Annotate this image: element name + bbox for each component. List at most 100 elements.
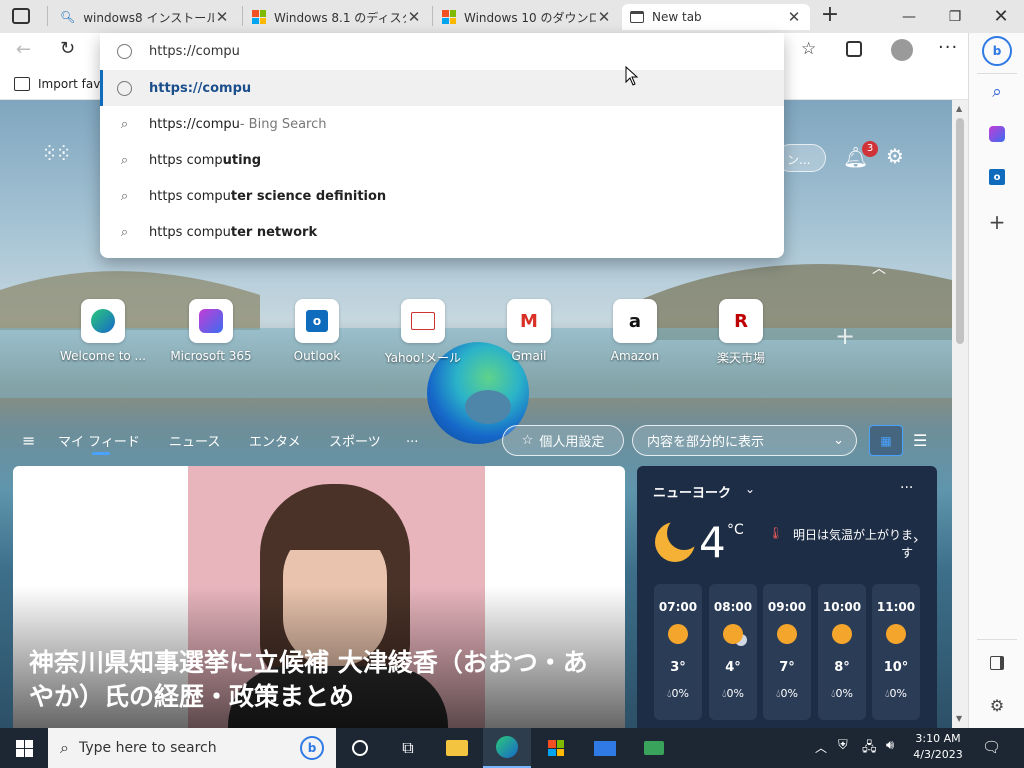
notification-center-icon[interactable]: 🗨︎ — [982, 738, 1001, 756]
suggestion-bing-search[interactable]: ⌕ https://compu - Bing Search — [100, 106, 784, 142]
edge-taskbar-icon[interactable] — [483, 728, 531, 768]
current-temperature: 4 — [699, 518, 726, 567]
feed-menu-icon[interactable]: ≡ — [22, 431, 35, 450]
add-sidebar-app-icon[interactable]: + — [969, 206, 1024, 238]
collapse-chevron-up-icon[interactable]: ︿ — [872, 258, 886, 278]
address-input[interactable]: https://compu — [149, 44, 240, 59]
microsoft-logo-icon — [442, 10, 456, 24]
tab-new-tab[interactable]: New tab ✕ — [622, 4, 810, 30]
mail-icon[interactable] — [581, 728, 629, 768]
quick-link-welcome[interactable]: Welcome to ... — [58, 299, 148, 363]
feed-tab-entertainment[interactable]: エンタメ — [249, 431, 301, 450]
taskbar-search-box[interactable]: ⌕ Type here to search b — [48, 728, 336, 768]
suggestion-text: https comp — [149, 152, 223, 168]
feed-more-button[interactable]: ... — [406, 431, 418, 446]
address-bar[interactable]: https://compu — [100, 33, 784, 69]
news-headline[interactable]: 神奈川県知事選挙に立候補 大津綾香（おおつ・あやか）氏の経歴・政策まとめ — [29, 646, 609, 714]
weather-location[interactable]: ニューヨーク — [653, 482, 731, 501]
refresh-icon[interactable]: ↻ — [60, 38, 75, 59]
personalize-button[interactable]: ☆ 個人用設定 — [502, 425, 624, 456]
bing-chat-icon[interactable]: b — [969, 35, 1024, 67]
profile-avatar-icon[interactable] — [891, 39, 913, 61]
grid-layout-icon[interactable]: ▦ — [869, 425, 903, 456]
tab-search[interactable]: 🔍︎ windows8 インストールメデ ✕ — [52, 4, 238, 30]
close-tab-icon[interactable]: ✕ — [786, 8, 802, 26]
sidebar-settings-icon[interactable]: ⚙ — [969, 689, 1024, 721]
sun-icon — [777, 624, 797, 644]
show-hidden-icons-chevron[interactable]: ︿ — [815, 739, 827, 756]
search-icon: ⌕ — [120, 152, 129, 168]
quick-link-gmail[interactable]: M Gmail — [484, 299, 574, 363]
scrollbar-thumb[interactable] — [956, 118, 964, 344]
clock-date: 4/3/2023 — [913, 748, 963, 761]
suggestion-computing[interactable]: ⌕ https comp uting — [100, 142, 784, 178]
tab-title: New tab — [652, 10, 702, 24]
minimize-icon[interactable]: — — [886, 0, 932, 33]
new-tab-plus-icon[interactable]: + — [818, 2, 842, 30]
restore-icon[interactable]: ❐ — [932, 0, 978, 33]
suggestion-computer-science[interactable]: ⌕ https compu ter science definition — [100, 178, 784, 214]
hour-temp: 3° — [670, 660, 686, 675]
hour-time: 10:00 — [822, 600, 862, 614]
collections-icon[interactable] — [846, 41, 862, 57]
network-icon[interactable]: 🖧︎ — [862, 738, 877, 760]
search-icon: ⌕ — [120, 224, 129, 240]
file-explorer-icon[interactable] — [433, 728, 481, 768]
feed-tab-news[interactable]: ニュース — [169, 431, 220, 450]
search-icon[interactable]: ⌕ — [969, 76, 1024, 108]
quick-link-rakuten[interactable]: R 楽天市場 — [696, 299, 786, 366]
start-button[interactable] — [0, 728, 48, 768]
defender-icon[interactable]: ⛨ — [838, 738, 848, 753]
more-options-icon[interactable]: ··· — [938, 37, 958, 58]
hour-time: 09:00 — [767, 600, 807, 614]
feed-tab-my-feed[interactable]: マイ フィード — [58, 431, 140, 450]
hour-time: 11:00 — [876, 600, 916, 614]
favorites-icon[interactable]: ☆ — [801, 39, 816, 59]
hide-sidebar-icon[interactable] — [969, 647, 1024, 679]
content-display-label: 内容を部分的に表示 — [647, 435, 765, 450]
sun-icon — [832, 624, 852, 644]
clock[interactable]: 3:10 AM 4/3/2023 — [908, 731, 968, 763]
tab-actions-icon[interactable] — [12, 8, 30, 24]
microsoft-store-icon[interactable] — [532, 728, 580, 768]
back-icon[interactable]: ← — [16, 39, 31, 60]
quick-link-outlook[interactable]: o Outlook — [272, 299, 362, 363]
weather-more-icon[interactable]: ··· — [900, 480, 913, 496]
globe-icon — [100, 80, 149, 96]
suggestion-computer-network[interactable]: ⌕ https compu ter network — [100, 214, 784, 250]
task-view-icon[interactable]: ⧉ — [384, 728, 432, 768]
outlook-icon[interactable]: o — [969, 161, 1024, 193]
tab-windows81[interactable]: Windows 8.1 のディスク イ ✕ — [244, 4, 430, 30]
news-card[interactable]: 神奈川県知事選挙に立候補 大津綾香（おおつ・あやか）氏の経歴・政策まとめ — [13, 466, 625, 728]
outlook-icon: o — [295, 299, 339, 343]
chevron-right-icon[interactable]: › — [913, 532, 919, 548]
list-layout-icon[interactable]: ☰ — [913, 431, 927, 450]
add-quick-link-icon[interactable]: + — [835, 322, 855, 350]
quick-link-amazon[interactable]: a Amazon — [590, 299, 680, 363]
close-tab-icon[interactable]: ✕ — [214, 8, 230, 26]
close-tab-icon[interactable]: ✕ — [406, 8, 422, 26]
hour-temp: 8° — [834, 660, 850, 675]
page-scrollbar[interactable]: ▲ ▼ — [952, 100, 968, 728]
cortana-icon[interactable] — [336, 728, 384, 768]
feed-tab-sports[interactable]: スポーツ — [329, 431, 381, 450]
import-favorites-link[interactable]: Import favo — [38, 77, 108, 91]
suggestion-url[interactable]: https://compu — [100, 70, 784, 106]
hour-temp: 7° — [779, 660, 795, 675]
apps-launcher-icon[interactable]: ⁘⁘ ⁘⁘ — [42, 142, 71, 166]
volume-icon[interactable]: 🔊︎ — [886, 738, 894, 753]
quick-link-label: Amazon — [610, 349, 660, 363]
close-window-icon[interactable]: ✕ — [978, 0, 1024, 33]
chevron-down-icon[interactable]: ⌄ — [745, 482, 755, 496]
tab-windows10[interactable]: Windows 10 のダウンロー ✕ — [434, 4, 620, 30]
microsoft365-icon[interactable] — [969, 118, 1024, 150]
content-display-dropdown[interactable]: 内容を部分的に表示 ⌄ — [632, 425, 857, 456]
quick-link-microsoft365[interactable]: Microsoft 365 — [166, 299, 256, 363]
page-settings-icon[interactable]: ⚙ — [886, 144, 904, 168]
yahoo-mail-icon — [401, 299, 445, 343]
quick-link-yahoo-mail[interactable]: Yahoo!メール — [378, 299, 468, 366]
close-tab-icon[interactable]: ✕ — [596, 8, 612, 26]
microsoft-logo-icon — [252, 10, 266, 24]
hour-precip: 0% — [835, 687, 853, 700]
app-icon[interactable] — [630, 728, 678, 768]
